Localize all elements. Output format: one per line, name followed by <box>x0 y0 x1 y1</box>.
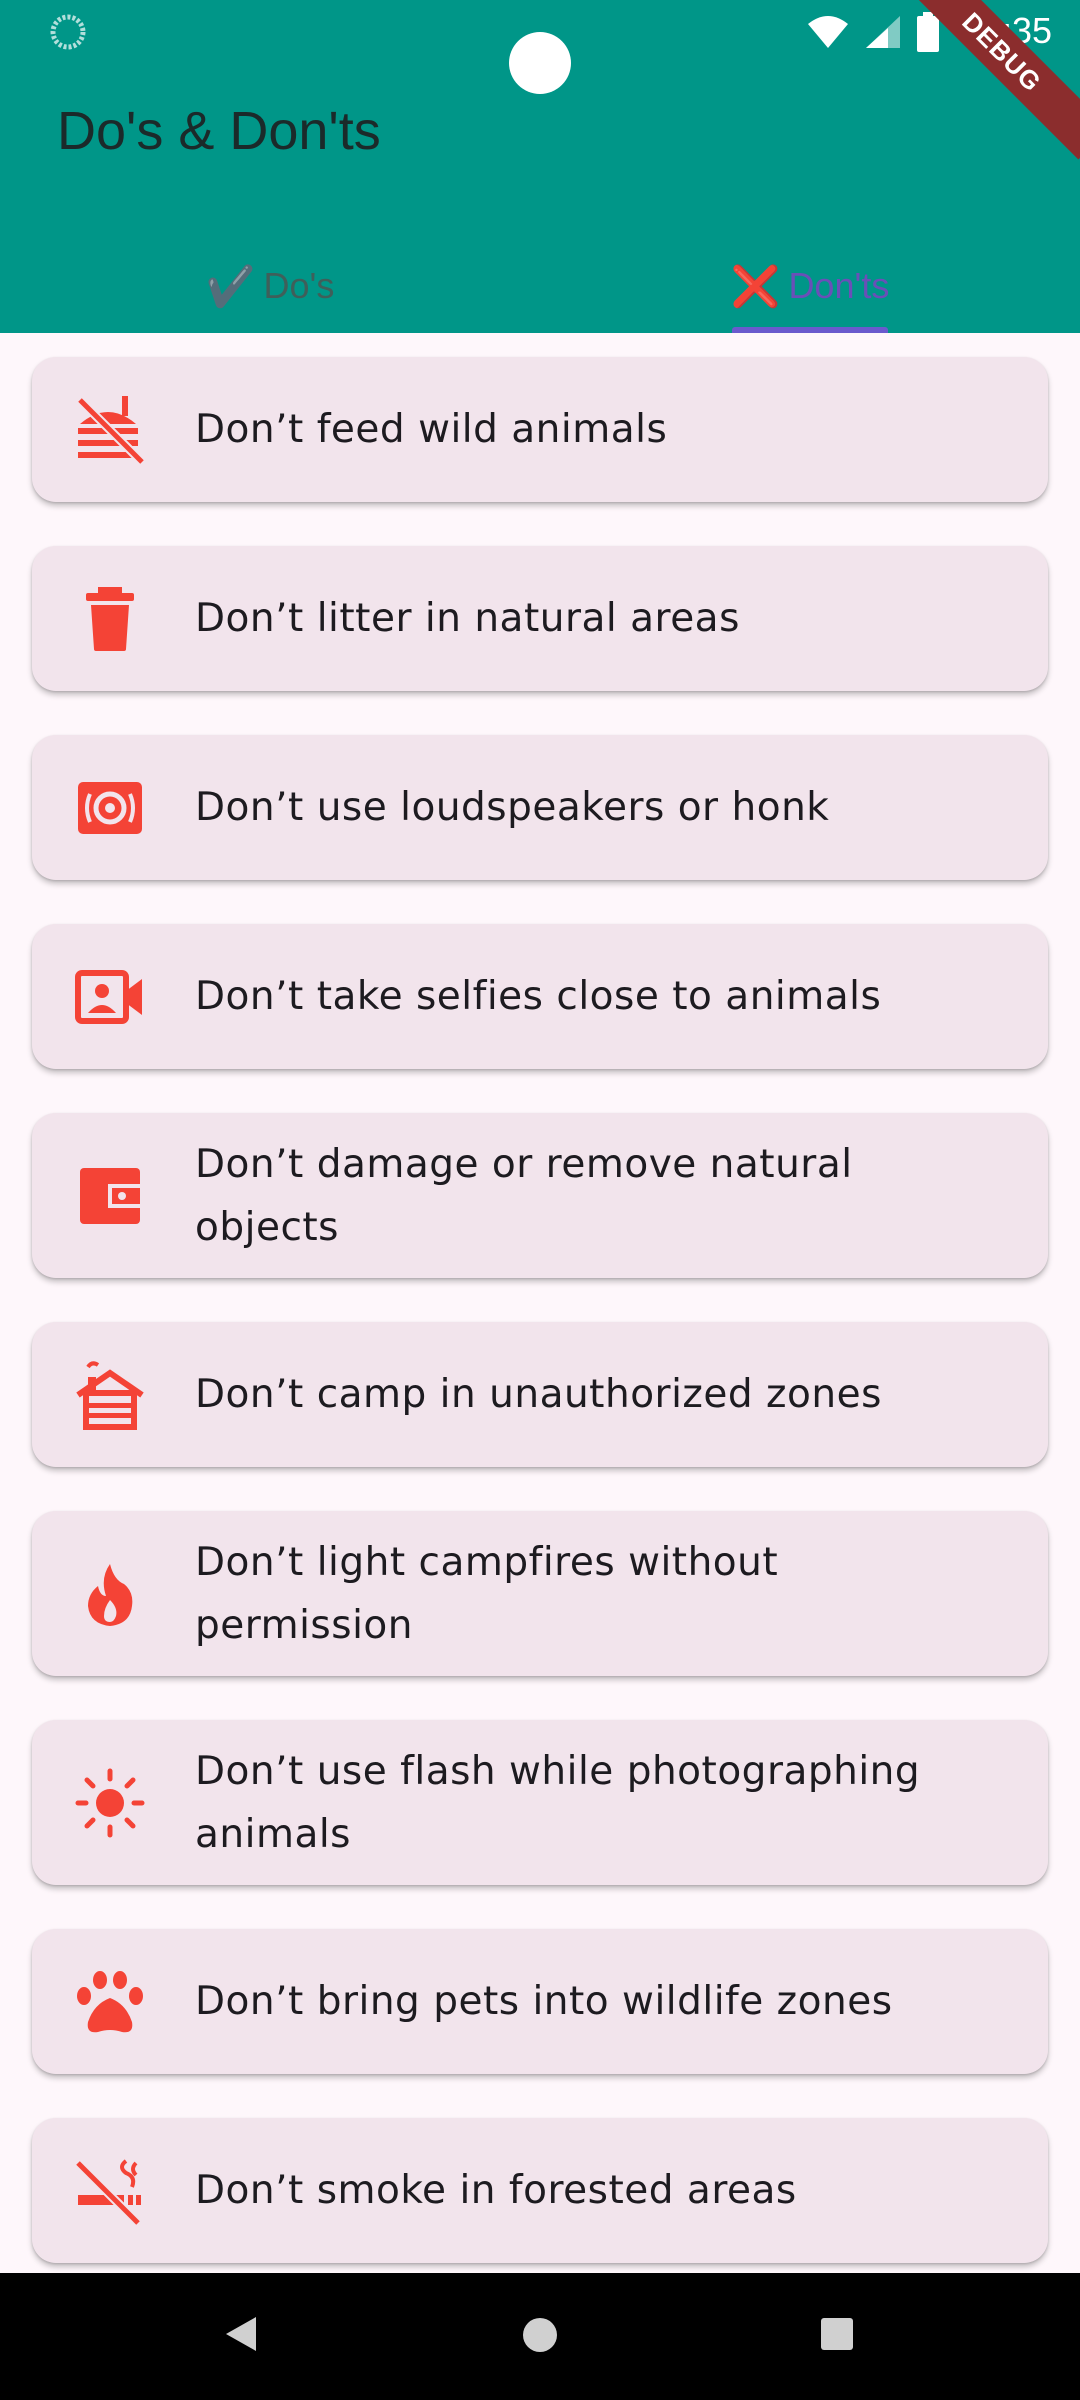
list-item[interactable]: Don’t use loudspeakers or honk <box>32 735 1048 880</box>
no-food-icon <box>74 394 146 466</box>
list-item-text: Don’t light campfires without permission <box>195 1539 779 1648</box>
app-status-icon <box>50 14 86 50</box>
no-smoking-icon <box>74 2155 146 2227</box>
cross-mark-icon: ❌ <box>730 264 781 309</box>
tab-dos-label: Do's <box>263 265 335 306</box>
list-item[interactable]: Don’t light campfires without permission <box>32 1511 1048 1676</box>
tab-indicator <box>732 327 888 333</box>
list-item-text: Don’t smoke in forested areas <box>195 2168 797 2213</box>
signal-icon <box>866 16 900 48</box>
list-item-text: Don’t feed wild animals <box>195 407 668 452</box>
list-item-text: Don’t litter in natural areas <box>195 596 740 641</box>
camera-cutout <box>509 32 571 94</box>
wifi-icon <box>808 16 848 48</box>
trash-icon <box>74 583 146 655</box>
list-item-text: Don’t camp in unauthorized zones <box>195 1372 882 1417</box>
list-item[interactable]: Don’t bring pets into wildlife zones <box>32 1929 1048 2074</box>
list-item[interactable]: Don’t take selfies close to animals <box>32 924 1048 1069</box>
system-nav-bar <box>0 2273 1080 2400</box>
cabin-icon <box>74 1359 146 1431</box>
list-item-text: Don’t bring pets into wildlife zones <box>195 1979 893 2024</box>
speaker-icon <box>74 772 146 844</box>
home-icon[interactable] <box>522 2317 558 2353</box>
list-item[interactable]: Don’t smoke in forested areas <box>32 2118 1048 2263</box>
status-icons <box>806 12 940 52</box>
list-item[interactable]: Don’t camp in unauthorized zones <box>32 1322 1048 1467</box>
list-item-text: Don’t damage or remove natural objects <box>195 1141 853 1250</box>
list-item[interactable]: Don’t litter in natural areas <box>32 546 1048 691</box>
wallet-icon <box>74 1160 146 1232</box>
tab-donts[interactable]: ❌ Don'ts <box>540 240 1080 332</box>
list-item-text: Don’t use loudspeakers or honk <box>195 785 830 830</box>
list-item-text: Don’t use flash while photographing anim… <box>195 1748 921 1857</box>
app-bar: 11:35 DEBUG Do's & Don'ts ✔️ Do's ❌ Don'… <box>0 0 1080 333</box>
sun-icon <box>74 1767 146 1839</box>
page-title: Do's & Don'ts <box>57 101 381 161</box>
list-item-text: Don’t take selfies close to animals <box>195 974 882 1019</box>
back-icon[interactable] <box>224 2315 258 2353</box>
recents-icon[interactable] <box>820 2317 854 2351</box>
paw-icon <box>74 1966 146 2038</box>
check-mark-icon: ✔️ <box>205 264 256 309</box>
list-item[interactable]: Don’t use flash while photographing anim… <box>32 1720 1048 1885</box>
video-person-icon <box>74 961 146 1033</box>
list-item[interactable]: Don’t feed wild animals <box>32 357 1048 502</box>
tab-donts-label: Don'ts <box>788 265 890 306</box>
list-item[interactable]: Don’t damage or remove natural objects <box>32 1113 1048 1278</box>
tab-dos[interactable]: ✔️ Do's <box>0 240 540 332</box>
fire-icon <box>74 1558 146 1630</box>
